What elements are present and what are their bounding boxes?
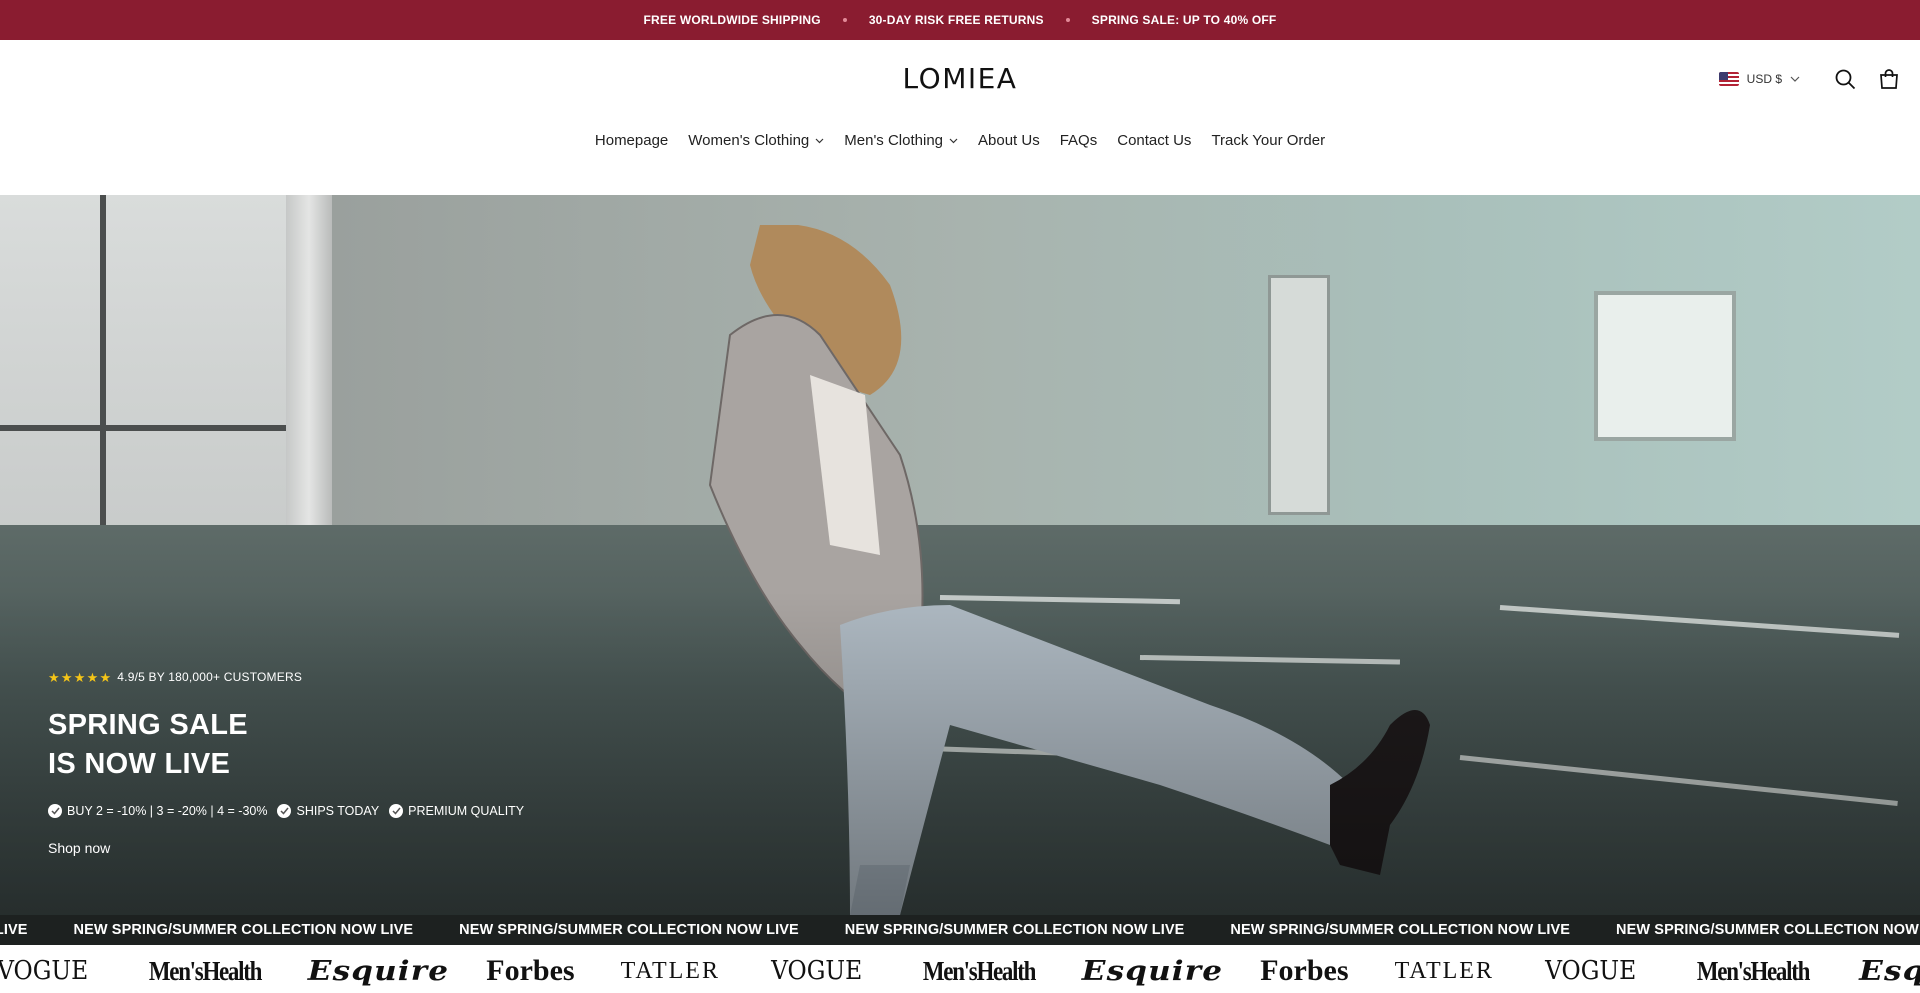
star-icon: ★ bbox=[99, 669, 112, 685]
rating-stars: ★ ★ ★ ★ ★ bbox=[48, 671, 111, 684]
press-logo-vogue: VOGUE bbox=[0, 956, 89, 986]
chevron-down-icon bbox=[815, 138, 824, 144]
press-logo-esq: Esquire bbox=[1082, 955, 1224, 987]
announcement-shipping: FREE WORLDWIDE SHIPPING bbox=[643, 13, 821, 27]
customer-rating: ★ ★ ★ ★ ★ 4.9/5 BY 180,000+ CUSTOMERS bbox=[48, 670, 524, 684]
nav-mens-clothing[interactable]: Men's Clothing bbox=[844, 132, 958, 149]
press-logo-mh: Men'sHealth bbox=[923, 955, 1036, 986]
shop-now-link[interactable]: Shop now bbox=[48, 840, 110, 856]
brand-logo[interactable]: LOMIEA bbox=[0, 62, 1920, 95]
press-logo-vogue: VOGUE bbox=[771, 956, 863, 986]
press-logo-tatler: TATLER bbox=[1394, 957, 1494, 984]
marquee-item: NEW SPRING/SUMMER COLLECTION NOW LIVE bbox=[459, 922, 799, 938]
feature-label: PREMIUM QUALITY bbox=[408, 804, 525, 818]
checkmark-icon bbox=[48, 804, 62, 818]
hero-title: SPRING SALE IS NOW LIVE bbox=[48, 706, 524, 784]
nav-label: Track Your Order bbox=[1211, 132, 1326, 149]
feature-ships-today: SHIPS TODAY bbox=[277, 804, 379, 818]
nav-womens-clothing[interactable]: Women's Clothing bbox=[688, 132, 824, 149]
feature-bundle-discount: BUY 2 = -10% | 3 = -20% | 4 = -30% bbox=[48, 804, 267, 818]
search-icon bbox=[1835, 69, 1856, 90]
nav-label: Men's Clothing bbox=[844, 132, 944, 149]
rating-text: 4.9/5 BY 180,000+ CUSTOMERS bbox=[117, 670, 303, 684]
press-logo-esq: Esqu bbox=[1859, 955, 1920, 987]
star-icon: ★ bbox=[73, 669, 86, 685]
checkmark-icon bbox=[389, 804, 404, 818]
star-icon: ★ bbox=[48, 669, 60, 685]
hero-banner[interactable]: ★ ★ ★ ★ ★ 4.9/5 BY 180,000+ CUSTOMERS SPRING… bbox=[0, 195, 1920, 915]
us-flag-icon bbox=[1718, 72, 1739, 86]
marquee-item: NEW SPRING/SUMMER COLLECTION NOW LIVE bbox=[1230, 922, 1571, 938]
nav-label: Homepage bbox=[594, 132, 669, 149]
star-icon: ★ bbox=[86, 669, 99, 685]
marquee-item: NEW SPRING/SUMMER COLLECTION NOW LIVE bbox=[844, 922, 1185, 938]
main-nav: Homepage Women's Clothing Men's Clothing… bbox=[0, 132, 1920, 149]
currency-selector[interactable]: USD $ bbox=[1718, 72, 1800, 86]
press-logo-tatler: TATLER bbox=[620, 957, 720, 984]
search-button[interactable] bbox=[1832, 66, 1858, 92]
cart-button[interactable] bbox=[1876, 66, 1902, 92]
nav-label: Women's Clothing bbox=[688, 132, 810, 149]
nav-contact-us[interactable]: Contact Us bbox=[1117, 132, 1191, 149]
chevron-down-icon bbox=[1790, 76, 1800, 82]
checkmark-icon bbox=[277, 804, 292, 818]
hero-content: ★ ★ ★ ★ ★ 4.9/5 BY 180,000+ CUSTOMERS SPRING… bbox=[48, 670, 524, 858]
press-logo-mh: Men'sHealth bbox=[1697, 955, 1810, 986]
nav-track-order[interactable]: Track Your Order bbox=[1211, 132, 1325, 149]
collection-marquee: W LIVE NEW SPRING/SUMMER COLLECTION NOW … bbox=[0, 915, 1920, 945]
press-logo-forbes: Forbes bbox=[486, 954, 575, 987]
marquee-item: NEW SPRING/SUMMER COLLECTION NOW LIVE bbox=[73, 922, 414, 938]
chevron-down-icon bbox=[949, 138, 958, 144]
press-logo-mh: Men'sHealth bbox=[149, 955, 262, 986]
site-header: LOMIEA USD $ Homepage Women's Clothing M… bbox=[0, 40, 1920, 195]
marquee-track: W LIVE NEW SPRING/SUMMER COLLECTION NOW … bbox=[0, 915, 1920, 945]
feature-premium-quality: PREMIUM QUALITY bbox=[389, 804, 524, 818]
marquee-item: NEW SPRING/SUMMER COLLECTION NOW LIVE bbox=[1616, 922, 1920, 938]
press-logos-strip: VOGUE Men'sHealth Esquire Forbes TATLER VOGUE… bbox=[0, 945, 1920, 993]
nav-label: Contact Us bbox=[1117, 132, 1192, 149]
press-logo-forbes: Forbes bbox=[1260, 954, 1349, 987]
header-tools: USD $ bbox=[1718, 66, 1902, 92]
announcement-bar: FREE WORLDWIDE SHIPPING 30-DAY RISK FREE… bbox=[0, 0, 1920, 40]
press-logo-esq: Esquire bbox=[308, 955, 450, 987]
nav-label: FAQs bbox=[1059, 132, 1098, 149]
hero-title-line1: SPRING SALE bbox=[48, 709, 248, 741]
shopping-bag-icon bbox=[1880, 69, 1898, 89]
nav-label: About Us bbox=[978, 132, 1040, 149]
press-track: VOGUE Men'sHealth Esquire Forbes TATLER VOGUE… bbox=[0, 949, 1920, 993]
currency-label: USD $ bbox=[1746, 72, 1782, 86]
marquee-item: W LIVE bbox=[0, 922, 28, 938]
star-icon: ★ bbox=[60, 669, 73, 685]
announcement-sale: SPRING SALE: UP TO 40% OFF bbox=[1091, 13, 1277, 27]
nav-about-us[interactable]: About Us bbox=[978, 132, 1040, 149]
announcement-returns: 30-DAY RISK FREE RETURNS bbox=[868, 13, 1044, 27]
nav-homepage[interactable]: Homepage bbox=[595, 132, 668, 149]
feature-label: BUY 2 = -10% | 3 = -20% | 4 = -30% bbox=[67, 804, 268, 818]
nav-faqs[interactable]: FAQs bbox=[1060, 132, 1098, 149]
feature-label: SHIPS TODAY bbox=[296, 804, 380, 818]
hero-features: BUY 2 = -10% | 3 = -20% | 4 = -30% SHIPS… bbox=[48, 804, 524, 818]
hero-title-line2: IS NOW LIVE bbox=[48, 748, 231, 780]
press-logo-vogue: VOGUE bbox=[1545, 956, 1637, 986]
